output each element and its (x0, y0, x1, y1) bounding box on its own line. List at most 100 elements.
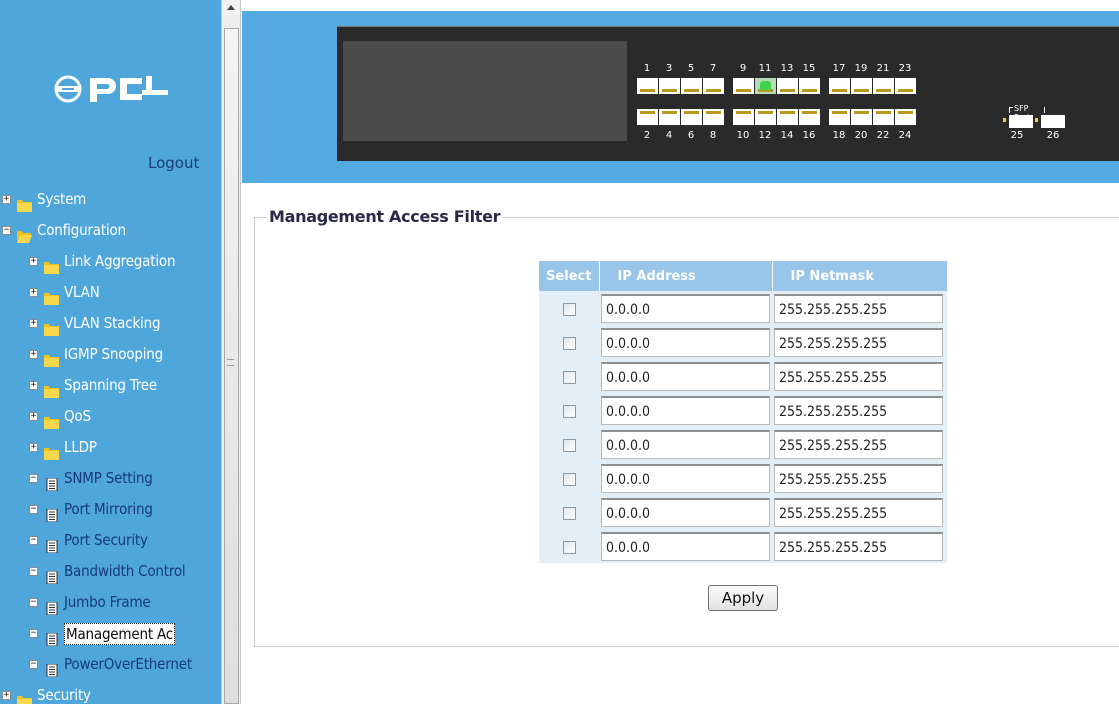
port-24[interactable] (895, 109, 916, 125)
port-20[interactable] (851, 109, 872, 125)
nav-item-link-aggregation[interactable]: + Link Aggregation (0, 246, 221, 277)
nav-item-qos[interactable]: + QoS (0, 401, 221, 432)
port-5[interactable] (681, 78, 702, 94)
select-checkbox[interactable] (562, 438, 576, 452)
port-16[interactable] (799, 109, 820, 125)
nav-item-spanning-tree[interactable]: + Spanning Tree (0, 370, 221, 401)
nav-item-vlan[interactable]: + VLAN (0, 277, 221, 308)
logout-link[interactable]: Logout (148, 154, 199, 172)
port-2[interactable] (637, 109, 658, 125)
port-number: 8 (709, 130, 717, 141)
expand-icon[interactable]: + (29, 443, 38, 452)
expand-icon[interactable]: + (29, 381, 38, 390)
collapse-icon[interactable]: − (29, 660, 38, 669)
port-4[interactable] (659, 109, 680, 125)
collapse-icon[interactable]: − (2, 226, 11, 235)
nav-item-igmp-snooping[interactable]: + IGMP Snooping (0, 339, 221, 370)
page-title: Management Access Filter (266, 207, 504, 226)
page-icon (44, 502, 59, 523)
collapse-icon[interactable]: − (29, 629, 38, 638)
ip-address-input[interactable]: 0.0.0.0 (601, 395, 770, 425)
ip-netmask-input[interactable]: 255.255.255.255 (774, 361, 943, 391)
port-14[interactable] (777, 109, 798, 125)
select-checkbox[interactable] (562, 404, 576, 418)
nav-item-vlan-stacking[interactable]: + VLAN Stacking (0, 308, 221, 339)
ip-address-input[interactable]: 0.0.0.0 (601, 327, 770, 357)
nav-item-port-mirroring[interactable]: − Port Mirroring (0, 494, 221, 525)
nav-item-bandwidth-control[interactable]: − Bandwidth Control (0, 556, 221, 587)
port-10[interactable] (733, 109, 754, 125)
nav-item-poweroverethernet[interactable]: − PowerOverEthernet (0, 649, 221, 680)
nav-scrollbar[interactable] (221, 0, 241, 704)
ip-address-input[interactable]: 0.0.0.0 (601, 361, 770, 391)
port-12[interactable] (755, 109, 776, 125)
ip-netmask-input[interactable]: 255.255.255.255 (774, 497, 943, 527)
select-checkbox[interactable] (562, 506, 576, 520)
port-8[interactable] (703, 109, 724, 125)
expand-icon[interactable]: + (29, 257, 38, 266)
port-18[interactable] (829, 109, 850, 125)
port-11[interactable] (755, 78, 776, 94)
sfp-port-26[interactable] (1041, 115, 1065, 128)
table-row: 0.0.0.0 255.255.255.255 (539, 461, 947, 495)
ip-address-input[interactable]: 0.0.0.0 (601, 429, 770, 459)
select-checkbox[interactable] (562, 472, 576, 486)
port-1[interactable] (637, 78, 658, 94)
sfp-port-25[interactable] (1009, 115, 1033, 128)
ip-netmask-input[interactable]: 255.255.255.255 (774, 463, 943, 493)
collapse-icon[interactable]: − (29, 567, 38, 576)
scroll-thumb[interactable] (224, 28, 239, 704)
collapse-icon[interactable]: − (29, 474, 38, 483)
ip-netmask-input[interactable]: 255.255.255.255 (774, 531, 943, 561)
ip-netmask-input[interactable]: 255.255.255.255 (774, 293, 943, 323)
port-9[interactable] (733, 78, 754, 94)
nav-item-jumbo-frame[interactable]: − Jumbo Frame (0, 587, 221, 618)
port-7[interactable] (703, 78, 724, 94)
nav-item-security[interactable]: + Security (0, 680, 221, 704)
collapse-icon[interactable]: − (29, 505, 38, 514)
nav-item-port-security[interactable]: − Port Security (0, 525, 221, 556)
collapse-icon[interactable]: − (29, 598, 38, 607)
ip-netmask-input[interactable]: 255.255.255.255 (774, 429, 943, 459)
expand-icon[interactable]: + (29, 288, 38, 297)
port-number: 14 (780, 130, 794, 141)
folder-icon (44, 254, 59, 274)
ip-address-input[interactable]: 0.0.0.0 (601, 293, 770, 323)
folder-icon (44, 285, 59, 305)
port-13[interactable] (777, 78, 798, 94)
port-15[interactable] (799, 78, 820, 94)
nav-item-label: LLDP (64, 438, 97, 456)
expand-icon[interactable]: + (29, 412, 38, 421)
expand-icon[interactable]: + (29, 319, 38, 328)
port-3[interactable] (659, 78, 680, 94)
sfp-led (1003, 118, 1006, 122)
ip-address-input[interactable]: 0.0.0.0 (601, 531, 770, 561)
select-checkbox[interactable] (562, 370, 576, 384)
port-21[interactable] (873, 78, 894, 94)
port-19[interactable] (851, 78, 872, 94)
nav-item-system[interactable]: + System (0, 184, 221, 215)
nav-item-snmp-setting[interactable]: − SNMP Setting (0, 463, 221, 494)
ip-address-input[interactable]: 0.0.0.0 (601, 463, 770, 493)
expand-icon[interactable]: + (2, 195, 11, 204)
port-22[interactable] (873, 109, 894, 125)
port-6[interactable] (681, 109, 702, 125)
apply-button[interactable]: Apply (708, 585, 778, 611)
ip-netmask-input[interactable]: 255.255.255.255 (774, 395, 943, 425)
nav-item-label: Link Aggregation (64, 252, 176, 270)
nav-item-management-ac[interactable]: − Management Ac (0, 618, 221, 649)
expand-icon[interactable]: + (2, 691, 11, 700)
select-checkbox[interactable] (562, 336, 576, 350)
ip-netmask-input[interactable]: 255.255.255.255 (774, 327, 943, 357)
port-17[interactable] (829, 78, 850, 94)
port-23[interactable] (895, 78, 916, 94)
nav-item-configuration[interactable]: − Configuration (0, 215, 221, 246)
select-checkbox[interactable] (562, 302, 576, 316)
select-checkbox[interactable] (562, 540, 576, 554)
port-number: 20 (854, 130, 868, 141)
nav-item-lldp[interactable]: + LLDP (0, 432, 221, 463)
netmask-cell: 255.255.255.255 (772, 359, 947, 393)
ip-address-input[interactable]: 0.0.0.0 (601, 497, 770, 527)
expand-icon[interactable]: + (29, 350, 38, 359)
collapse-icon[interactable]: − (29, 536, 38, 545)
